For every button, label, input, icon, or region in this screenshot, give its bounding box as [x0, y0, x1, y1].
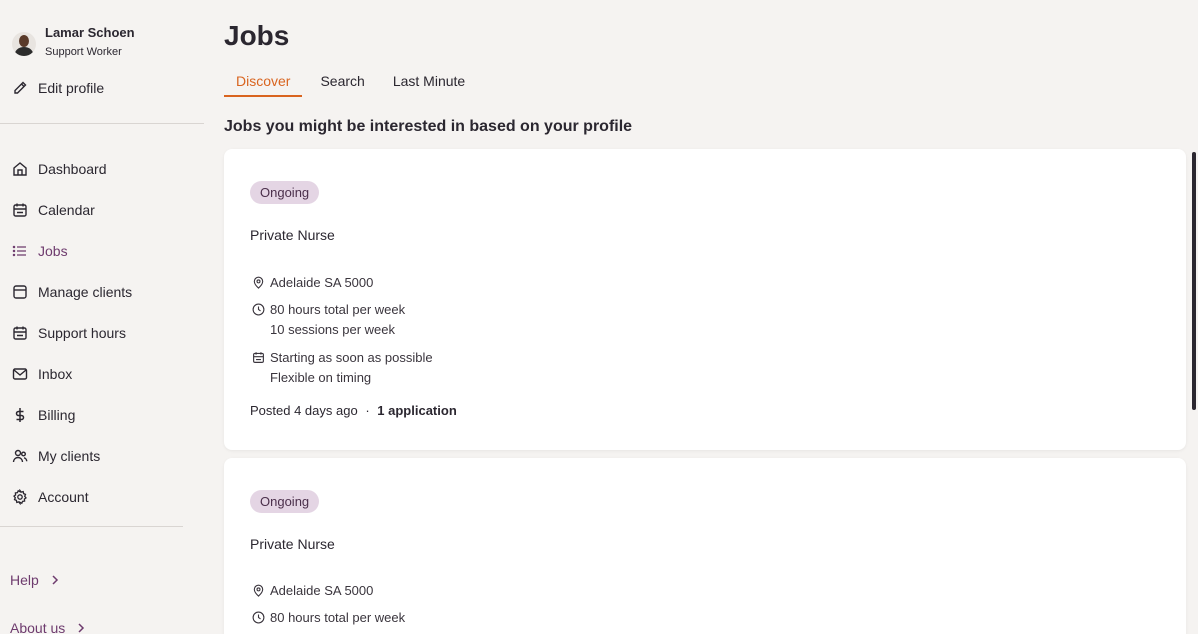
- edit-profile-link[interactable]: Edit profile: [12, 80, 104, 96]
- clock-icon: [252, 611, 265, 624]
- job-hours: 80 hours total per week: [252, 608, 405, 628]
- sidebar-item-jobs[interactable]: Jobs: [12, 230, 132, 271]
- job-hours: 80 hours total per week 10 sessions per …: [252, 300, 405, 340]
- job-posted-info: Posted 4 days ago · 1 application: [250, 403, 457, 418]
- sidebar-nav: Dashboard Calendar Jobs Manage clients S…: [12, 148, 132, 517]
- page-title: Jobs: [224, 20, 290, 51]
- job-title: Private Nurse: [250, 536, 335, 552]
- pencil-icon: [14, 81, 27, 94]
- sidebar-item-label: Billing: [38, 406, 76, 423]
- chevron-right-icon: [52, 575, 58, 585]
- sidebar-item-label: Manage clients: [38, 283, 133, 300]
- tab-search[interactable]: Search: [320, 73, 364, 95]
- user-profile[interactable]: Lamar Schoen Support Worker: [12, 24, 135, 61]
- job-start: Starting as soon as possible Flexible on…: [252, 348, 433, 388]
- posted-text: Posted 4 days ago: [250, 403, 358, 418]
- hours-text: 80 hours total per week: [270, 610, 406, 625]
- hours-text: 80 hours total per week: [270, 302, 406, 317]
- main-content: Jobs Discover Search Last Minute Jobs yo…: [223, 0, 1186, 634]
- section-title: Jobs you might be interested in based on…: [224, 118, 633, 135]
- sidebar-divider: [0, 123, 204, 124]
- users-icon: [12, 448, 28, 464]
- scrollbar[interactable]: [1192, 152, 1196, 410]
- sidebar-item-billing[interactable]: Billing: [12, 394, 132, 435]
- flexibility-text: Flexible on timing: [270, 370, 372, 385]
- calendar-icon: [253, 352, 264, 363]
- user-role: Support Worker: [45, 46, 122, 58]
- sidebar: Lamar Schoen Support Worker Edit profile…: [0, 0, 204, 634]
- job-tabs: Discover Search Last Minute: [223, 73, 493, 97]
- sidebar-item-my-clients[interactable]: My clients: [12, 435, 132, 476]
- sidebar-divider: [0, 526, 183, 527]
- tab-discover[interactable]: Discover: [223, 73, 304, 97]
- job-location: Adelaide SA 5000: [252, 273, 373, 293]
- location-pin-icon: [253, 276, 264, 289]
- folder-icon: [12, 284, 28, 300]
- help-link[interactable]: Help: [10, 572, 59, 588]
- calendar-icon: [12, 325, 28, 341]
- job-title: Private Nurse: [250, 227, 335, 243]
- calendar-icon: [12, 202, 28, 218]
- sidebar-item-manage-clients[interactable]: Manage clients: [12, 271, 132, 312]
- sidebar-item-account[interactable]: Account: [12, 476, 132, 517]
- sidebar-item-label: Dashboard: [38, 160, 107, 177]
- job-location: Adelaide SA 5000: [252, 581, 373, 601]
- location-text: Adelaide SA 5000: [270, 583, 374, 598]
- mail-icon: [12, 366, 28, 382]
- about-us-label: About us: [10, 620, 66, 634]
- sidebar-item-label: Jobs: [38, 242, 68, 259]
- separator-dot: ·: [365, 403, 370, 418]
- location-text: Adelaide SA 5000: [270, 275, 374, 290]
- sidebar-item-dashboard[interactable]: Dashboard: [12, 148, 132, 189]
- tab-last-minute[interactable]: Last Minute: [393, 73, 465, 95]
- applications-count: 1 application: [377, 403, 457, 418]
- chevron-right-icon: [78, 623, 85, 633]
- about-us-link[interactable]: About us: [10, 620, 85, 634]
- user-name: Lamar Schoen: [45, 25, 135, 40]
- sidebar-item-support-hours[interactable]: Support hours: [12, 312, 132, 353]
- gear-icon: [12, 488, 28, 505]
- avatar: [12, 32, 36, 56]
- sidebar-item-calendar[interactable]: Calendar: [12, 189, 132, 230]
- edit-profile-label: Edit profile: [38, 80, 105, 96]
- sessions-text: 10 sessions per week: [270, 322, 396, 337]
- dollar-icon: [12, 407, 28, 423]
- sidebar-item-label: Calendar: [38, 201, 95, 218]
- home-icon: [12, 161, 28, 177]
- status-badge: Ongoing: [250, 490, 320, 513]
- clock-icon: [252, 303, 265, 316]
- list-icon: [12, 243, 28, 259]
- sidebar-item-label: My clients: [38, 447, 101, 464]
- sidebar-item-label: Support hours: [38, 324, 126, 341]
- job-card[interactable]: Ongoing Private Nurse Adelaide SA 5000 8…: [224, 149, 1186, 450]
- sidebar-item-inbox[interactable]: Inbox: [12, 353, 132, 394]
- status-badge: Ongoing: [250, 181, 320, 204]
- help-label: Help: [10, 572, 39, 588]
- location-pin-icon: [253, 584, 264, 597]
- start-text: Starting as soon as possible: [270, 350, 433, 365]
- job-card[interactable]: Ongoing Private Nurse Adelaide SA 5000 8…: [224, 458, 1186, 634]
- sidebar-item-label: Inbox: [38, 365, 73, 382]
- sidebar-item-label: Account: [38, 488, 89, 505]
